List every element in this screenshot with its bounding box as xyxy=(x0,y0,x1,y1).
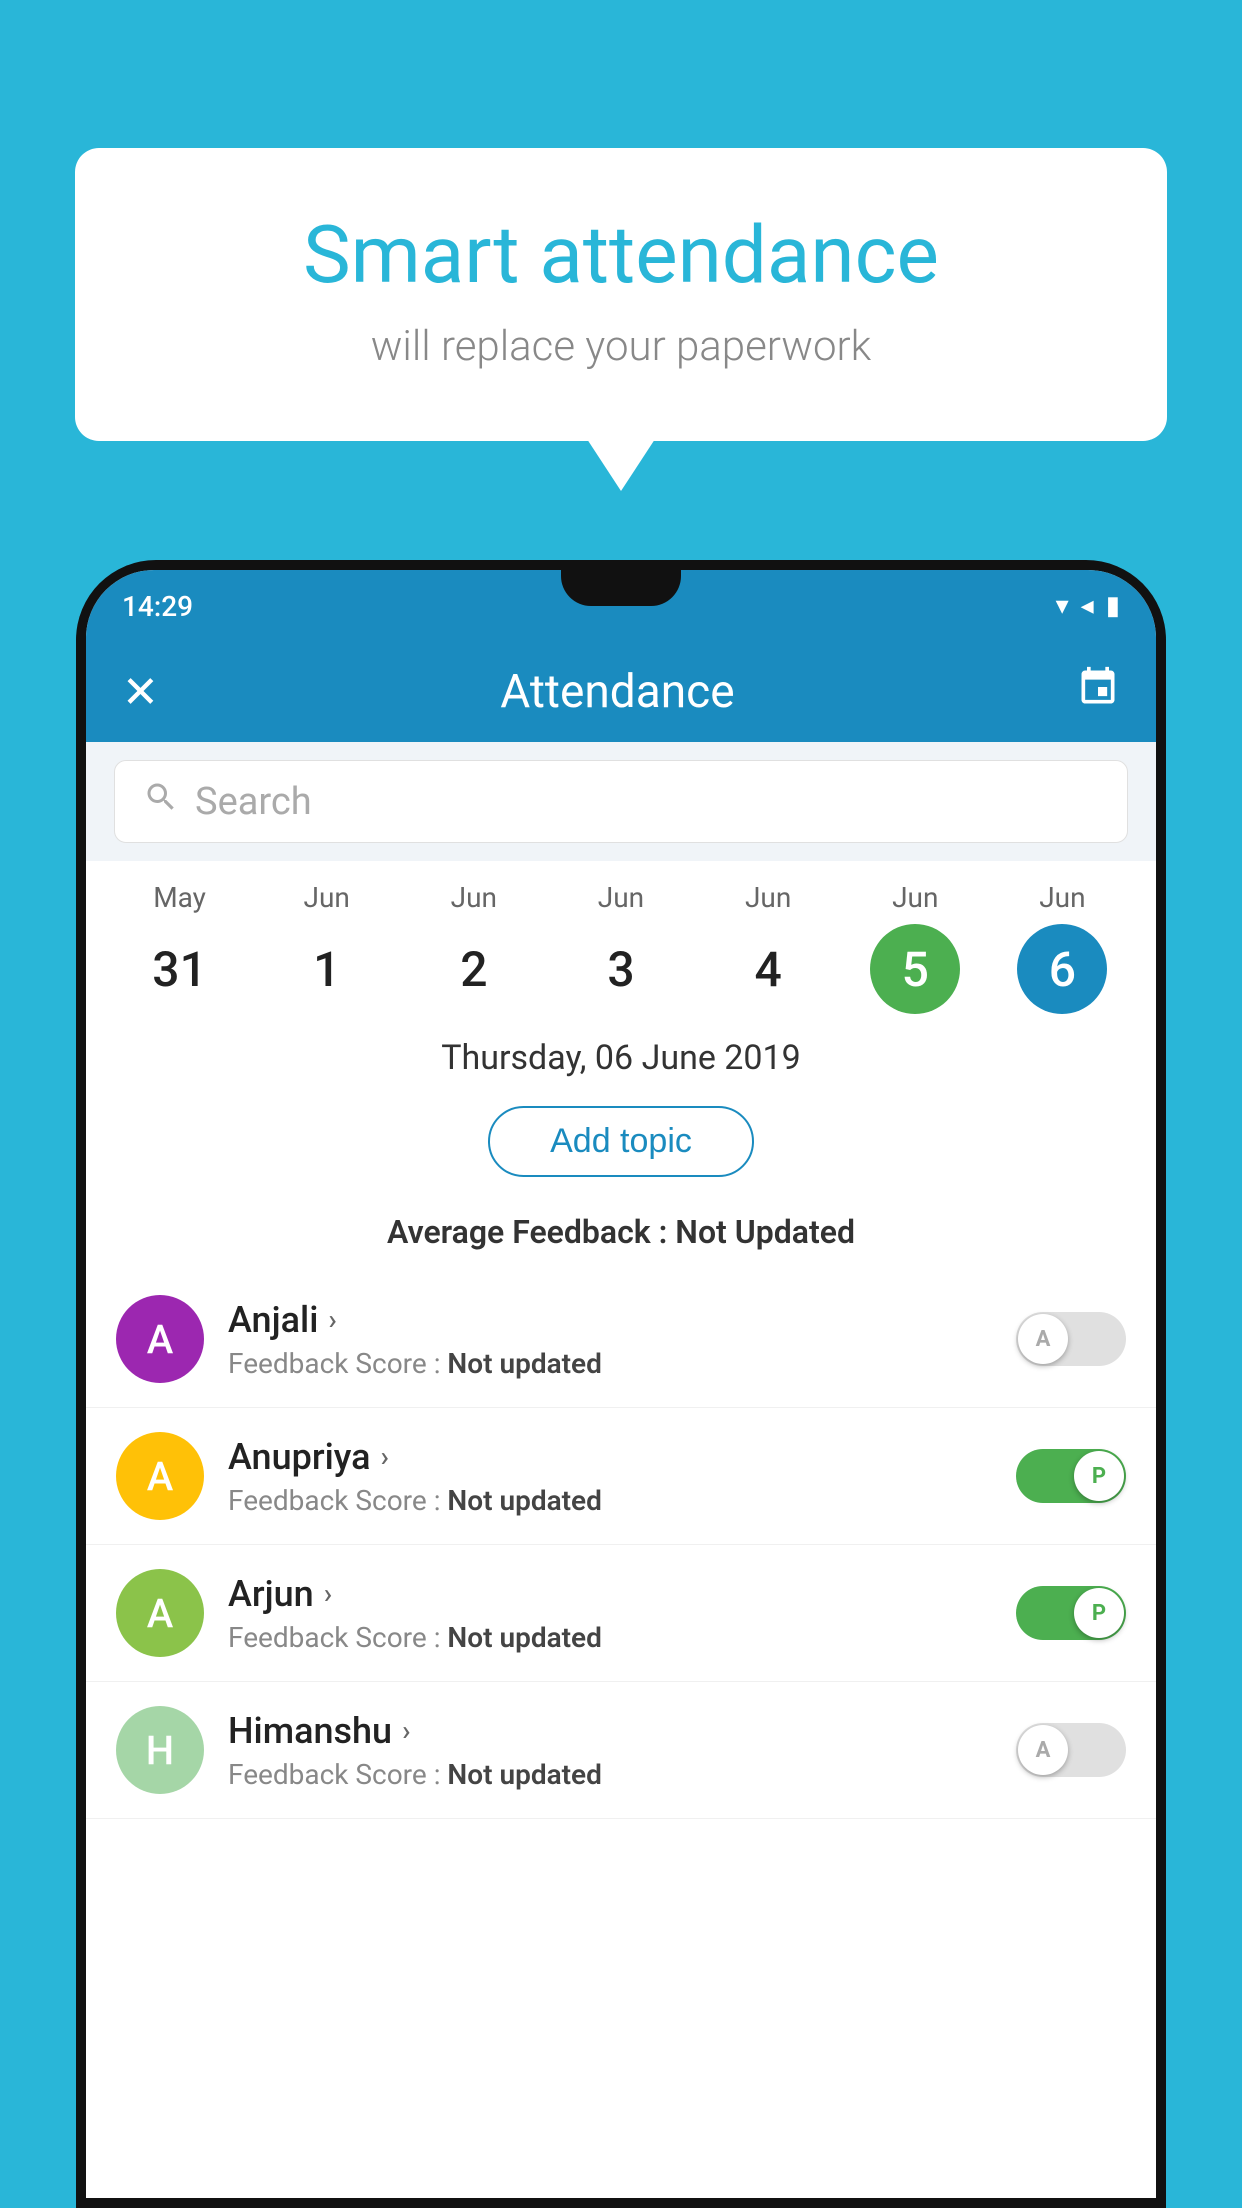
cal-month-label: Jun xyxy=(892,881,938,914)
student-avatar: A xyxy=(116,1569,204,1657)
student-info: Anupriya › Feedback Score : Not updated xyxy=(228,1436,992,1517)
student-avatar: H xyxy=(116,1706,204,1794)
phone-screen: 14:29 ▾ ◂ ▮ ✕ Attendance xyxy=(86,570,1156,2198)
attendance-toggle[interactable]: A xyxy=(1016,1312,1126,1366)
calendar-day[interactable]: Jun 2 xyxy=(414,881,534,1014)
avg-feedback-value: Not Updated xyxy=(675,1213,855,1251)
speech-bubble: Smart attendance will replace your paper… xyxy=(75,148,1167,441)
calendar-day[interactable]: Jun 1 xyxy=(267,881,387,1014)
attendance-toggle[interactable]: A xyxy=(1016,1723,1126,1777)
cal-month-label: Jun xyxy=(304,881,350,914)
student-feedback: Feedback Score : Not updated xyxy=(228,1484,992,1517)
chevron-icon: › xyxy=(402,1714,410,1747)
calendar-day[interactable]: Jun 4 xyxy=(708,881,828,1014)
add-topic-button[interactable]: Add topic xyxy=(488,1106,754,1177)
chevron-icon: › xyxy=(381,1440,389,1473)
app-header: ✕ Attendance xyxy=(86,642,1156,742)
avg-feedback: Average Feedback : Not Updated xyxy=(86,1203,1156,1271)
cal-month-label: Jun xyxy=(1039,881,1085,914)
student-feedback: Feedback Score : Not updated xyxy=(228,1621,992,1654)
close-button[interactable]: ✕ xyxy=(122,666,159,718)
search-bar[interactable]: Search xyxy=(114,760,1128,843)
calendar-icon[interactable] xyxy=(1076,665,1120,719)
cal-month-label: Jun xyxy=(451,881,497,914)
student-avatar: A xyxy=(116,1432,204,1520)
student-feedback: Feedback Score : Not updated xyxy=(228,1347,992,1380)
calendar-day[interactable]: Jun 3 xyxy=(561,881,681,1014)
toggle-knob: P xyxy=(1074,1451,1124,1501)
student-name: Arjun › xyxy=(228,1573,992,1615)
chevron-icon: › xyxy=(324,1577,332,1610)
speech-bubble-container: Smart attendance will replace your paper… xyxy=(75,148,1167,441)
student-item[interactable]: A Anupriya › Feedback Score : Not updated P xyxy=(86,1408,1156,1545)
toggle-knob: A xyxy=(1018,1725,1068,1775)
cal-date-number[interactable]: 1 xyxy=(282,924,372,1014)
cal-month-label: Jun xyxy=(745,881,791,914)
speech-bubble-subtitle: will replace your paperwork xyxy=(155,322,1087,371)
student-item[interactable]: H Himanshu › Feedback Score : Not updated A xyxy=(86,1682,1156,1819)
toggle-switch[interactable]: P xyxy=(1016,1586,1126,1640)
toggle-knob: A xyxy=(1018,1314,1068,1364)
cal-month-label: Jun xyxy=(598,881,644,914)
search-icon xyxy=(143,779,179,824)
student-feedback: Feedback Score : Not updated xyxy=(228,1758,992,1791)
calendar-strip: May 31 Jun 1 Jun 2 Jun 3 Jun 4 Jun 5 Jun 6 xyxy=(86,861,1156,1014)
chevron-icon: › xyxy=(328,1303,336,1336)
student-name: Anjali › xyxy=(228,1299,992,1341)
student-avatar: A xyxy=(116,1295,204,1383)
toggle-switch[interactable]: A xyxy=(1016,1312,1126,1366)
wifi-icon: ▾ xyxy=(1056,591,1069,621)
cal-date-number[interactable]: 3 xyxy=(576,924,666,1014)
cal-date-number[interactable]: 6 xyxy=(1017,924,1107,1014)
student-item[interactable]: A Anjali › Feedback Score : Not updated A xyxy=(86,1271,1156,1408)
toggle-switch[interactable]: P xyxy=(1016,1449,1126,1503)
battery-icon: ▮ xyxy=(1106,591,1120,621)
calendar-day[interactable]: Jun 6 xyxy=(1002,881,1122,1014)
search-input[interactable]: Search xyxy=(195,780,312,824)
student-name: Anupriya › xyxy=(228,1436,992,1478)
student-info: Himanshu › Feedback Score : Not updated xyxy=(228,1710,992,1791)
signal-icon: ◂ xyxy=(1081,591,1094,621)
attendance-toggle[interactable]: P xyxy=(1016,1586,1126,1640)
student-item[interactable]: A Arjun › Feedback Score : Not updated P xyxy=(86,1545,1156,1682)
toggle-switch[interactable]: A xyxy=(1016,1723,1126,1777)
student-list: AAnjali ›Feedback Score : Not updatedAAA… xyxy=(86,1271,1156,1819)
cal-month-label: May xyxy=(153,881,206,914)
student-info: Anjali › Feedback Score : Not updated xyxy=(228,1299,992,1380)
date-display: Thursday, 06 June 2019 xyxy=(86,1014,1156,1090)
phone-frame: 14:29 ▾ ◂ ▮ ✕ Attendance xyxy=(76,560,1166,2208)
search-container: Search xyxy=(86,742,1156,861)
student-info: Arjun › Feedback Score : Not updated xyxy=(228,1573,992,1654)
avg-feedback-label: Average Feedback : xyxy=(387,1213,667,1251)
cal-date-number[interactable]: 5 xyxy=(870,924,960,1014)
calendar-day[interactable]: May 31 xyxy=(120,881,240,1014)
student-name: Himanshu › xyxy=(228,1710,992,1752)
toggle-knob: P xyxy=(1074,1588,1124,1638)
cal-date-number[interactable]: 2 xyxy=(429,924,519,1014)
speech-bubble-title: Smart attendance xyxy=(155,208,1087,302)
header-title: Attendance xyxy=(500,665,734,719)
status-icons: ▾ ◂ ▮ xyxy=(1056,591,1120,621)
attendance-toggle[interactable]: P xyxy=(1016,1449,1126,1503)
status-bar: 14:29 ▾ ◂ ▮ xyxy=(86,570,1156,642)
calendar-day[interactable]: Jun 5 xyxy=(855,881,975,1014)
cal-date-number[interactable]: 4 xyxy=(723,924,813,1014)
cal-date-number[interactable]: 31 xyxy=(135,924,225,1014)
status-time: 14:29 xyxy=(122,590,193,623)
